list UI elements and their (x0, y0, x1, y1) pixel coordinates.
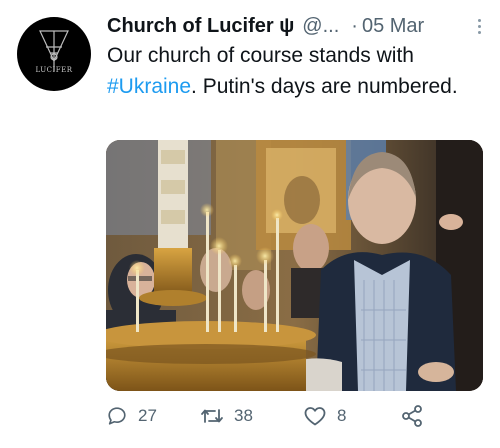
author-handle[interactable]: @... (302, 15, 339, 38)
author-name[interactable]: Church of Lucifer ψ (107, 15, 294, 38)
share-button[interactable] (400, 401, 424, 431)
reply-icon (108, 407, 126, 425)
retweet-button[interactable]: 38 (200, 401, 253, 431)
like-button[interactable]: 8 (303, 401, 346, 431)
hashtag-link[interactable]: #Ukraine (107, 75, 191, 98)
tweet-media-photo[interactable] (106, 140, 483, 391)
like-count: 8 (337, 406, 347, 425)
separator-dot: · (351, 14, 358, 37)
retweet-count: 38 (234, 406, 253, 425)
avatar-logo-text: LUCIFER (35, 66, 73, 74)
tweet-actions-bar: 27 38 8 (106, 401, 436, 431)
profile-avatar[interactable]: LUCIFER (17, 17, 91, 91)
tweet-header: Church of Lucifer ψ @... · 05 Mar (107, 12, 487, 40)
retweet-icon (201, 409, 223, 423)
tweet-date[interactable]: 05 Mar (362, 15, 424, 38)
heart-icon (304, 407, 326, 426)
reply-count: 27 (138, 406, 157, 425)
share-icon (402, 405, 422, 427)
tweet-text: Our church of course stands with #Ukrain… (107, 40, 487, 102)
church-candle-photo (106, 140, 483, 391)
tweet-text-start: Our church of course stands with (107, 44, 414, 67)
reply-button[interactable]: 27 (106, 401, 157, 431)
sigil-of-lucifer-icon (39, 30, 69, 71)
more-options-icon[interactable] (471, 15, 487, 37)
tweet-text-end: . Putin's days are numbered. (191, 75, 458, 98)
